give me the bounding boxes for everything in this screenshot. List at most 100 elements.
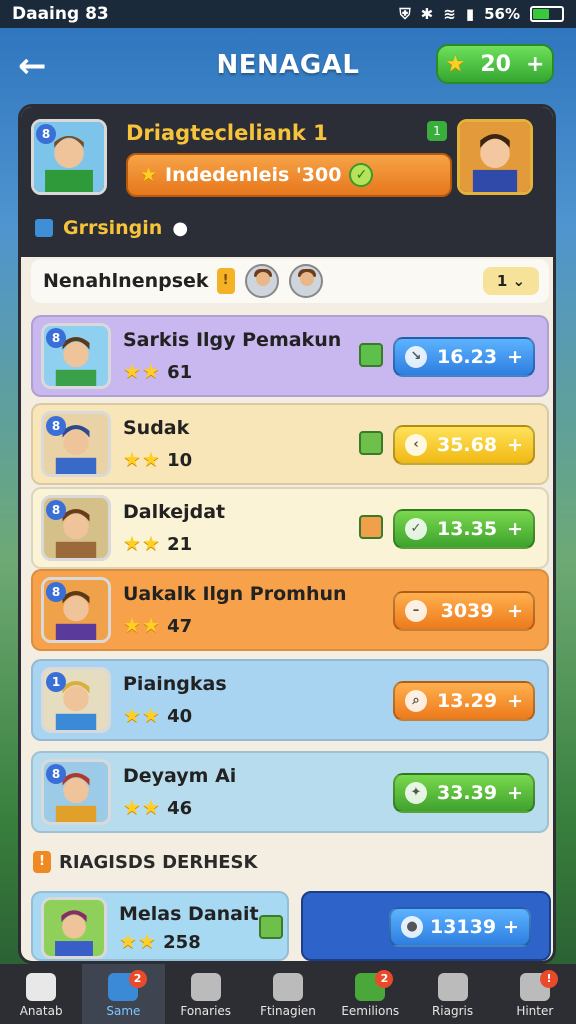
- row-value: 35.68: [436, 434, 498, 456]
- row-action-icon: ↘: [405, 346, 427, 368]
- row-value-button[interactable]: ‹ 35.68 +: [393, 425, 535, 465]
- row-value-button[interactable]: ↘ 16.23 +: [393, 337, 535, 377]
- star-icon: ★: [445, 51, 466, 77]
- nav-item-label: Riagris: [431, 1004, 474, 1018]
- heart-icon[interactable]: ●: [172, 218, 188, 239]
- nav-item[interactable]: Same 2: [82, 964, 165, 1024]
- plus-icon: +: [507, 346, 523, 368]
- nav-item-label: Anatab: [19, 1004, 63, 1018]
- list-item[interactable]: 1 Piaingkas ★★ 40 ⌕ 13.29 +: [31, 659, 549, 741]
- nav-item-label: Fonaries: [180, 1004, 232, 1018]
- recent-player-rating: ★★ 258: [119, 929, 201, 953]
- nav-item-badge: 2: [375, 970, 394, 988]
- star-icon: ★: [123, 447, 141, 471]
- nav-item-badge: !: [539, 970, 558, 988]
- player-level-badge: 8: [36, 124, 56, 144]
- plus-icon: +: [507, 518, 523, 540]
- row-value: 3039: [440, 600, 494, 622]
- player-score-bar[interactable]: ★ Indedenleis '300 ✓: [126, 153, 452, 197]
- list-item[interactable]: 8 Sudak ★★ 10 ‹ 35.68 +: [31, 403, 549, 485]
- nav-item[interactable]: Eemilions 2: [329, 964, 411, 1024]
- row-value-button[interactable]: ⌕ 13.29 +: [393, 681, 535, 721]
- friend-avatar[interactable]: [244, 264, 279, 298]
- group-label: Grrsingin: [63, 217, 163, 239]
- recent-player-card[interactable]: Melas Danait ★★ 258: [31, 891, 289, 961]
- row-action-icon: ⌕: [405, 690, 427, 712]
- section-alert-badge: !: [216, 268, 235, 294]
- list-item[interactable]: 8 Uakalk Ilgn Promhun ★★ 47 – 3039 +: [31, 569, 549, 651]
- list-item[interactable]: 8 Sarkis Ilgy Pemakun ★★ 61 ↘ 16.23 +: [31, 315, 549, 397]
- group-row[interactable]: Grrsingin ●: [35, 217, 188, 239]
- plus-icon: +: [503, 916, 519, 938]
- nav-item[interactable]: Anatab: [0, 964, 82, 1024]
- player-score-text: Indedenleis '300: [165, 164, 342, 186]
- row-rating: ★★ 10: [123, 447, 192, 471]
- row-value: 16.23: [436, 346, 498, 368]
- row-level-badge: 8: [46, 764, 66, 784]
- nav-item-label: Hinter: [516, 1004, 554, 1018]
- nav-item[interactable]: Ftinagien: [247, 964, 329, 1024]
- recent-player-rating-value: 258: [163, 932, 201, 953]
- battery-icon: [530, 6, 564, 22]
- row-status-icon: [359, 515, 383, 539]
- row-level-badge: 8: [46, 500, 66, 520]
- row-name: Deyaym Ai: [123, 765, 237, 787]
- row-value: 13.29: [436, 690, 498, 712]
- star-icon: ★: [141, 359, 160, 383]
- plus-icon: +: [507, 690, 523, 712]
- nav-item-icon: [272, 973, 303, 1001]
- row-rating-value: 10: [167, 450, 193, 471]
- row-avatar: 8: [41, 411, 111, 477]
- recent-player-icon: [259, 915, 283, 939]
- section-filter-button[interactable]: 1 ⌄: [483, 267, 539, 295]
- recent-player-value-button[interactable]: ● 13139 +: [389, 907, 531, 947]
- signal-icon: ▮: [465, 5, 475, 23]
- player-small-badge: 1: [427, 121, 447, 141]
- opponent-avatar[interactable]: [457, 119, 533, 195]
- row-rating: ★★ 21: [123, 531, 192, 555]
- list-item[interactable]: 8 Deyaym Ai ★★ 46 ✦ 33.39 +: [31, 751, 549, 833]
- row-action-icon: ‹: [405, 434, 427, 456]
- list-item[interactable]: 8 Dalkejdat ★★ 21 ✓ 13.35 +: [31, 487, 549, 569]
- status-bar: Daaing 83 ⛨ ✱ ≋ ▮ 56%: [0, 0, 576, 28]
- row-value-button[interactable]: ✦ 33.39 +: [393, 773, 535, 813]
- row-status-icon: [359, 343, 383, 367]
- player-avatar[interactable]: 8: [31, 119, 107, 195]
- row-avatar: 8: [41, 759, 111, 825]
- row-value-button[interactable]: ✓ 13.35 +: [393, 509, 535, 549]
- row-status-icon: [359, 431, 383, 455]
- star-icon: ★: [141, 613, 160, 637]
- header: ← NENAGAL ★ 20 +: [0, 30, 576, 102]
- nav-item-label: Eemilions: [341, 1004, 400, 1018]
- shield-icon: ⛨: [399, 5, 411, 23]
- star-icon: ★: [123, 703, 141, 727]
- nav-item-label: Same: [106, 1004, 141, 1018]
- main-panel: 8 Driagtecleliank 1 ★ Indedenleis '300 ✓…: [18, 104, 556, 964]
- row-name: Dalkejdat: [123, 501, 226, 523]
- friend-avatar[interactable]: [288, 264, 323, 298]
- row-value: 13.35: [436, 518, 498, 540]
- section-filter-label: 1: [496, 272, 508, 290]
- recent-player-value: 13139: [429, 916, 497, 938]
- row-avatar: 8: [41, 323, 111, 389]
- row-value-button[interactable]: – 3039 +: [393, 591, 535, 631]
- row-level-badge: 8: [46, 582, 66, 602]
- battery-text: 56%: [484, 5, 520, 23]
- coin-balance-button[interactable]: ★ 20 +: [436, 44, 554, 84]
- nav-item[interactable]: Fonaries: [165, 964, 247, 1024]
- nav-item-icon: [437, 973, 468, 1001]
- nav-item[interactable]: Hinter !: [494, 964, 576, 1024]
- recent-player-avatar-image: [44, 900, 104, 956]
- nav-item-icon: [26, 973, 57, 1001]
- player-header: 8 Driagtecleliank 1 ★ Indedenleis '300 ✓…: [21, 107, 553, 257]
- row-name: Uakalk Ilgn Promhun: [123, 583, 347, 605]
- nav-item-icon: [190, 973, 221, 1001]
- star-icon: ★: [141, 531, 160, 555]
- nav-item-label: Ftinagien: [260, 1004, 316, 1018]
- plus-icon: +: [526, 51, 545, 77]
- nav-item[interactable]: Riagris: [411, 964, 493, 1024]
- recent-player-name: Melas Danait: [119, 903, 259, 925]
- recent-section-title: RIAGISDS DERHESK: [59, 851, 258, 873]
- row-level-badge: 8: [46, 416, 66, 436]
- status-icons: ⛨ ✱ ≋ ▮ 56%: [399, 5, 564, 23]
